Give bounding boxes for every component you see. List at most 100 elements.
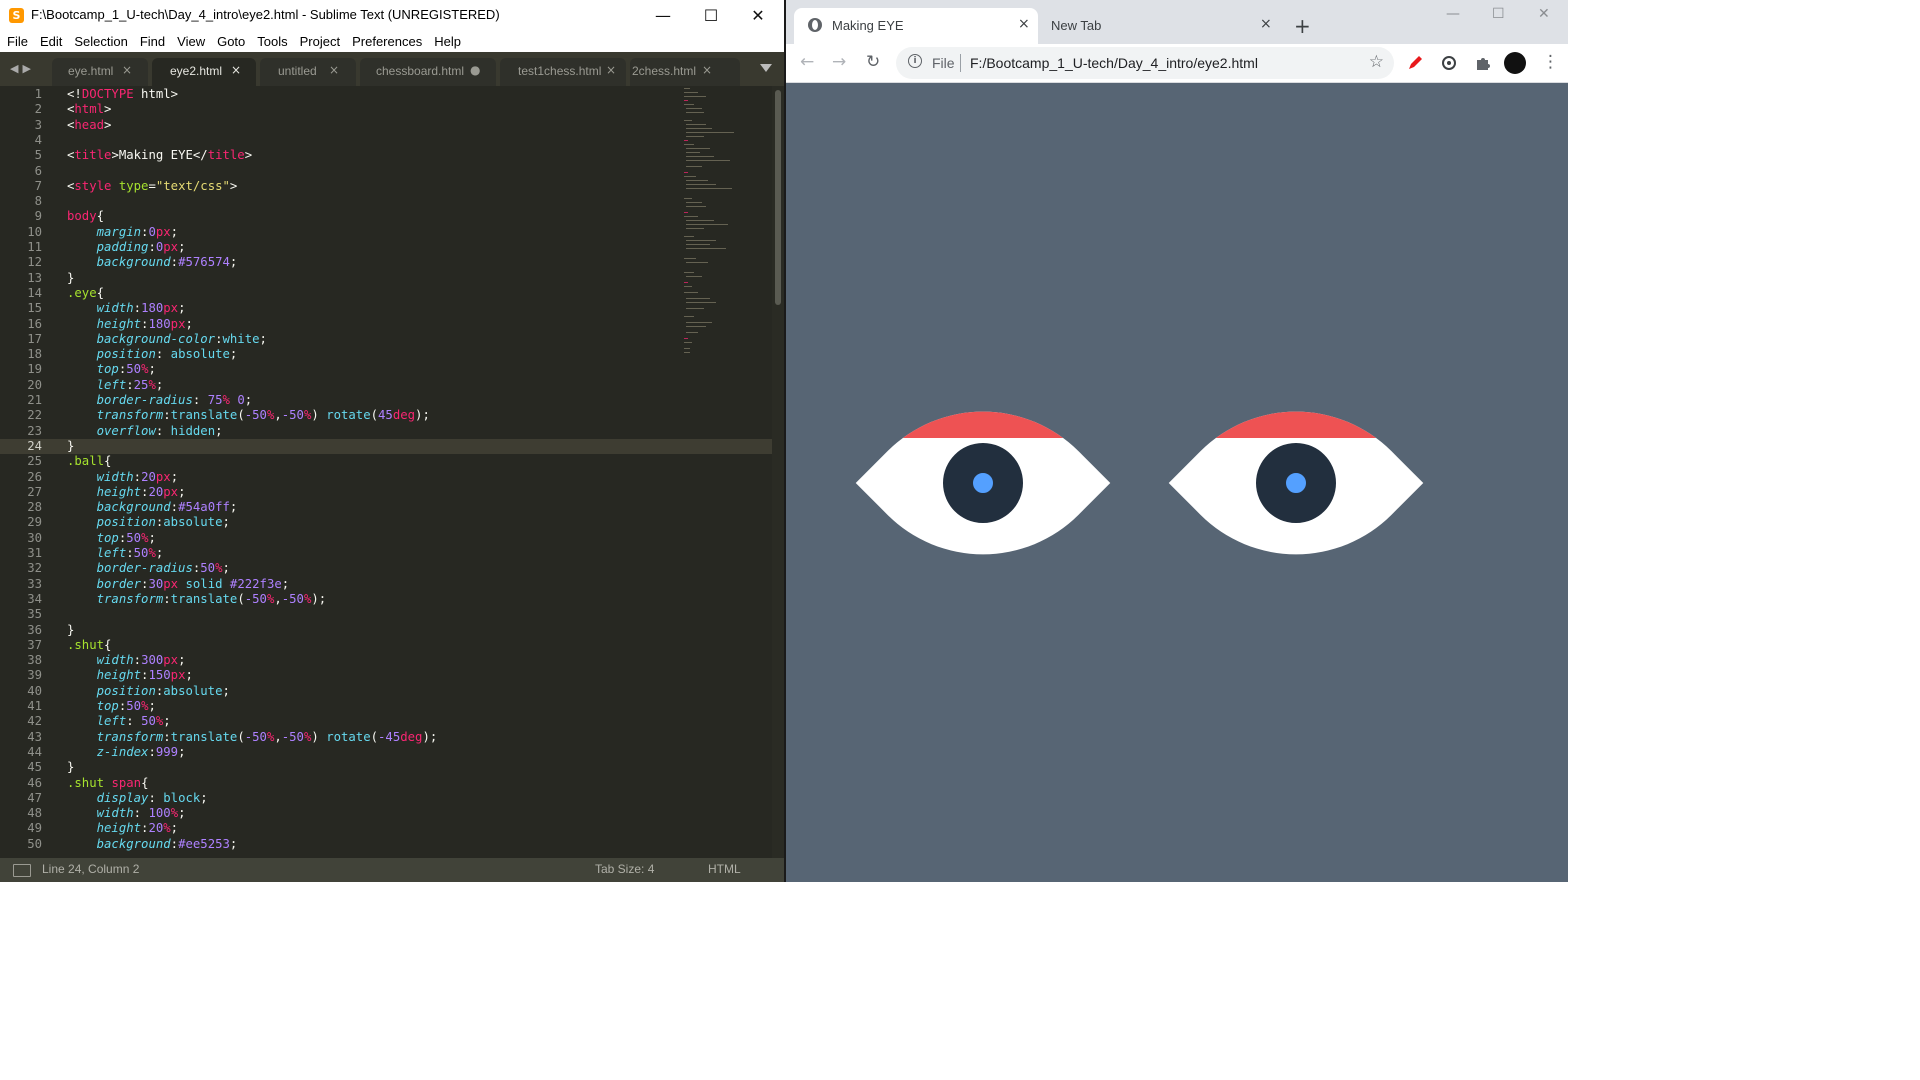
code-line[interactable]: 50 background:#ee5253; xyxy=(0,837,772,852)
code-line[interactable]: 21 border-radius: 75% 0; xyxy=(0,393,772,408)
close-icon[interactable]: × xyxy=(606,63,616,77)
code-line[interactable]: 37 .shut{ xyxy=(0,638,772,653)
url-text[interactable]: F:/Bootcamp_1_U-tech/Day_4_intro/eye2.ht… xyxy=(970,55,1258,71)
close-icon[interactable]: × xyxy=(1260,16,1272,32)
code-line[interactable]: 13} xyxy=(0,271,772,286)
menu-selection[interactable]: Selection xyxy=(67,31,132,52)
code-line[interactable]: 15 width:180px; xyxy=(0,301,772,316)
minimize-icon[interactable]: — xyxy=(640,4,686,28)
scrollbar-thumb[interactable] xyxy=(775,90,781,305)
code-line[interactable]: 2 <html> xyxy=(0,102,772,117)
browser-tab-new-tab[interactable]: New Tab × xyxy=(1040,8,1276,44)
tab-size-indicator[interactable]: Tab Size: 4 xyxy=(595,862,654,876)
maximize-icon[interactable]: ☐ xyxy=(688,4,734,28)
code-line[interactable]: 4 xyxy=(0,133,772,148)
back-arrow-icon[interactable]: ← xyxy=(800,52,814,72)
code-line[interactable]: 8 xyxy=(0,194,772,209)
code-line[interactable]: 39 height:150px; xyxy=(0,668,772,683)
menu-project[interactable]: Project xyxy=(293,31,345,52)
code-line[interactable]: 10 margin:0px; xyxy=(0,225,772,240)
tab-2chess-html[interactable]: 2chess.html × xyxy=(630,58,740,86)
code-line[interactable]: 36} xyxy=(0,623,772,638)
code-line[interactable]: 30 top:50%; xyxy=(0,531,772,546)
menu-help[interactable]: Help xyxy=(427,31,466,52)
tab-test1chess-html[interactable]: test1chess.html × xyxy=(500,58,626,86)
code-line[interactable]: 32 border-radius:50%; xyxy=(0,561,772,576)
code-line[interactable]: 42 left: 50%; xyxy=(0,714,772,729)
close-icon[interactable]: × xyxy=(329,63,339,77)
code-line[interactable]: 27 height:20px; xyxy=(0,485,772,500)
menu-tools[interactable]: Tools xyxy=(250,31,292,52)
tab-untitled[interactable]: untitled × xyxy=(260,58,356,86)
code-line[interactable]: 18 position: absolute; xyxy=(0,347,772,362)
bookmark-star-icon[interactable]: ☆ xyxy=(1369,52,1384,72)
code-line[interactable]: 28 background:#54a0ff; xyxy=(0,500,772,515)
code-line[interactable]: 6 xyxy=(0,164,772,179)
close-icon[interactable]: × xyxy=(702,63,712,77)
browser-tab-making-eye[interactable]: Making EYE × xyxy=(794,8,1038,44)
code-line[interactable]: 3 <head> xyxy=(0,118,772,133)
menu-edit[interactable]: Edit xyxy=(33,31,67,52)
code-line[interactable]: 14 .eye{ xyxy=(0,286,772,301)
code-line[interactable]: 12 background:#576574; xyxy=(0,255,772,270)
menu-file[interactable]: File xyxy=(0,31,33,52)
code-line[interactable]: 38 width:300px; xyxy=(0,653,772,668)
tab-chessboard-html[interactable]: chessboard.html ● xyxy=(360,58,496,86)
code-line[interactable]: 43 transform:translate(-50%,-50%) rotate… xyxy=(0,730,772,745)
code-line[interactable]: 16 height:180px; xyxy=(0,317,772,332)
extensions-puzzle-icon[interactable] xyxy=(1474,54,1492,72)
code-line[interactable]: 31 left:50%; xyxy=(0,546,772,561)
close-icon[interactable]: × xyxy=(122,63,132,77)
maximize-icon[interactable]: ☐ xyxy=(1492,6,1505,22)
menu-find[interactable]: Find xyxy=(133,31,170,52)
code-line[interactable]: 19 top:50%; xyxy=(0,362,772,377)
minimap[interactable] xyxy=(680,86,770,376)
close-icon[interactable]: × xyxy=(231,63,241,77)
tab-list-dropdown-icon[interactable] xyxy=(760,64,772,72)
console-toggle-icon[interactable] xyxy=(13,864,31,877)
close-window-icon[interactable]: ✕ xyxy=(735,4,781,28)
code-line[interactable]: 44 z-index:999; xyxy=(0,745,772,760)
tab-scroll-arrows-icon[interactable]: ◀▶ xyxy=(10,62,35,75)
code-line[interactable]: 9 body{ xyxy=(0,209,772,224)
code-editor[interactable]: 1 <!DOCTYPE html> 2 <html> 3 <head> 4 5 <title>M… xyxy=(0,86,772,858)
code-line[interactable]: 23 overflow: hidden; xyxy=(0,424,772,439)
code-line[interactable]: 40 position:absolute; xyxy=(0,684,772,699)
code-line[interactable]: 25 .ball{ xyxy=(0,454,772,469)
code-line[interactable]: 48 width: 100%; xyxy=(0,806,772,821)
code-line[interactable]: 7 <style type="text/css"> xyxy=(0,179,772,194)
more-menu-icon[interactable]: ⋮ xyxy=(1542,52,1559,72)
reload-icon[interactable]: ↻ xyxy=(866,52,880,72)
code-line[interactable]: 47 display: block; xyxy=(0,791,772,806)
tab-eye-html[interactable]: eye.html × xyxy=(52,58,148,86)
code-line[interactable]: 26 width:20px; xyxy=(0,470,772,485)
syntax-indicator[interactable]: HTML xyxy=(708,862,741,876)
editor-scrollbar[interactable] xyxy=(772,86,784,858)
code-line[interactable]: 24} xyxy=(0,438,772,455)
forward-arrow-icon[interactable]: → xyxy=(832,52,846,72)
close-icon[interactable]: × xyxy=(1018,16,1030,32)
new-tab-button[interactable]: + xyxy=(1294,14,1311,38)
code-line[interactable]: 46 .shut span{ xyxy=(0,776,772,791)
code-line[interactable]: 49 height:20%; xyxy=(0,821,772,836)
close-window-icon[interactable]: ✕ xyxy=(1538,6,1550,22)
code-line[interactable]: 20 left:25%; xyxy=(0,378,772,393)
code-line[interactable]: 33 border:30px solid #222f3e; xyxy=(0,577,772,592)
code-line[interactable]: 11 padding:0px; xyxy=(0,240,772,255)
code-line[interactable]: 22 transform:translate(-50%,-50%) rotate… xyxy=(0,408,772,423)
code-line[interactable]: 1 <!DOCTYPE html> xyxy=(0,87,772,102)
unsaved-dot-icon[interactable]: ● xyxy=(470,63,480,77)
profile-avatar[interactable] xyxy=(1504,52,1526,74)
code-line[interactable]: 29 position:absolute; xyxy=(0,515,772,530)
menu-view[interactable]: View xyxy=(170,31,210,52)
pen-extension-icon[interactable] xyxy=(1406,54,1424,72)
code-line[interactable]: 17 background-color:white; xyxy=(0,332,772,347)
menu-preferences[interactable]: Preferences xyxy=(345,31,427,52)
code-line[interactable]: 35 xyxy=(0,607,772,622)
code-line[interactable]: 45} xyxy=(0,760,772,775)
minimize-icon[interactable]: — xyxy=(1446,6,1460,22)
tab-eye2-html[interactable]: eye2.html × xyxy=(152,58,256,86)
code-line[interactable]: 41 top:50%; xyxy=(0,699,772,714)
address-bar[interactable]: i File F:/Bootcamp_1_U-tech/Day_4_intro/… xyxy=(896,47,1394,79)
sync-extension-icon[interactable] xyxy=(1440,54,1458,72)
